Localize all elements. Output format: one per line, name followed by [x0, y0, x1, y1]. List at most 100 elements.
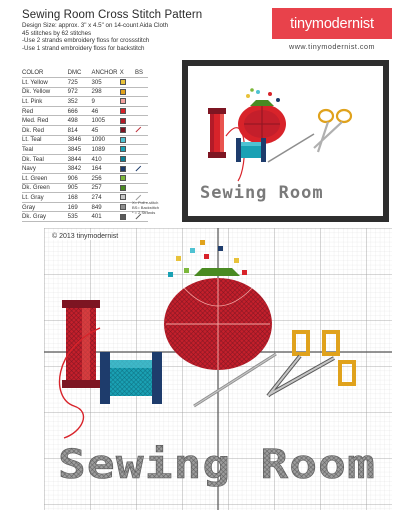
- legend-row: Lt. Gray 168 274: [22, 192, 148, 203]
- legend-dmc-code: 3845: [67, 144, 92, 155]
- legend-stitch-symbol: [119, 115, 135, 126]
- legend-color-name: Lt. Yellow: [22, 77, 68, 88]
- pattern-page: Sewing Room Cross Stitch Pattern Design …: [0, 0, 400, 518]
- chart-caption: Sewing Room: [58, 442, 376, 488]
- legend-color-name: Lt. Green: [22, 172, 68, 184]
- legend-anchor-code: 9: [91, 96, 120, 107]
- legend-row: Dk. Green 905 257: [22, 182, 148, 193]
- legend-backstitch-symbol: [134, 105, 148, 116]
- legend-dmc-code: 972: [67, 86, 92, 97]
- legend-dmc-code: 666: [67, 105, 92, 116]
- legend-rows: Lt. Yellow 725 305 Dk. Yellow 972 298 Lt. Pink…: [22, 77, 148, 222]
- teal-spool-icon: [236, 138, 241, 162]
- legend-row: Red 666 46: [22, 105, 148, 116]
- legend-backstitch-symbol: [134, 86, 148, 97]
- legend-dmc-code: 814: [67, 124, 92, 136]
- legend-header-dmc: DMC: [67, 70, 82, 76]
- legend-row: Dk. Teal 3844 410: [22, 153, 148, 164]
- legend-row: Lt. Teal 3846 1090: [22, 134, 148, 145]
- legend-color-name: Lt. Teal: [22, 134, 68, 145]
- legend-row: Teal 3845 1089: [22, 144, 148, 155]
- legend-backstitch-symbol: [134, 172, 148, 184]
- pattern-title: Sewing Room Cross Stitch Pattern: [22, 9, 203, 21]
- legend-anchor-code: 164: [91, 163, 120, 174]
- legend-color-name: Dk. Green: [22, 182, 68, 193]
- legend-stitch-symbol: [119, 172, 135, 184]
- stitch-chart: Sewing Room: [44, 228, 392, 510]
- legend-anchor-code: 1089: [91, 144, 120, 155]
- legend-dmc-code: 906: [67, 172, 92, 184]
- legend-dmc-code: 905: [67, 182, 92, 193]
- color-swatch-icon: [119, 117, 126, 124]
- legend-row: Lt. Pink 352 9: [22, 96, 148, 107]
- legend-row: Gray 169 849: [22, 201, 148, 212]
- legend-anchor-code: 45: [91, 124, 120, 136]
- legend-anchor-code: 256: [91, 172, 120, 184]
- legend-dmc-code: 352: [67, 96, 92, 107]
- legend-header-x: X: [119, 70, 124, 76]
- legend-color-name: Gray: [22, 201, 68, 212]
- pattern-header: Sewing Room Cross Stitch Pattern Design …: [22, 8, 272, 52]
- color-swatch-icon: [119, 127, 126, 134]
- spool-icon: [208, 108, 226, 114]
- legend-stitch-symbol: [119, 77, 135, 88]
- color-swatch-icon: [119, 79, 126, 86]
- legend-note: * = 2 Strands: [132, 210, 156, 216]
- finished-preview-frame: Sewing Room: [182, 60, 389, 222]
- crossstitch-floss-info: -Use 2 strands embroidery floss for cros…: [22, 37, 150, 44]
- legend-color-name: Red: [22, 105, 68, 116]
- legend-header-row: COLOR DMC ANCHOR X BS: [22, 70, 148, 78]
- red-spool-pattern: [62, 300, 100, 388]
- legend-dmc-code: 3844: [67, 153, 92, 164]
- color-swatch-icon: [119, 146, 126, 153]
- legend-dmc-code: 498: [67, 115, 92, 126]
- color-swatch-icon: [119, 107, 126, 114]
- legend-notes: X= Full x-stitch BS= Backstitch * = 2 St…: [132, 200, 176, 216]
- backstitch-line-icon: [135, 127, 142, 134]
- legend-stitch-symbol: [119, 86, 135, 97]
- legend-stitch-symbol: [119, 124, 135, 136]
- finished-preview-canvas: Sewing Room: [188, 66, 383, 216]
- color-swatch-icon: [119, 194, 126, 201]
- legend-color-name: Lt. Pink: [22, 96, 68, 107]
- legend-row: Lt. Green 906 256: [22, 172, 148, 184]
- legend-anchor-code: 849: [91, 201, 120, 212]
- legend-table: COLOR DMC ANCHOR X BS Lt. Yellow 725 305 Dk…: [22, 70, 148, 222]
- legend-row: Dk. Yellow 972 298: [22, 86, 148, 97]
- backstitch-line-icon: [135, 165, 142, 172]
- color-swatch-icon: [119, 184, 126, 191]
- legend-backstitch-symbol: [134, 153, 148, 164]
- legend-dmc-code: 535: [67, 211, 92, 222]
- color-swatch-icon: [119, 155, 126, 162]
- legend-color-name: Lt. Gray: [22, 192, 68, 203]
- legend-anchor-code: 305: [91, 77, 120, 88]
- legend-stitch-symbol: [119, 105, 135, 116]
- legend-color-name: Dk. Red: [22, 124, 68, 136]
- legend-anchor-code: 410: [91, 153, 120, 164]
- legend-stitch-symbol: [119, 134, 135, 145]
- stitch-count-info: 45 stitches by 62 stitches: [22, 29, 92, 37]
- legend-stitch-symbol: [119, 163, 135, 174]
- legend-row: Dk. Gray 535 401: [22, 211, 148, 222]
- legend-anchor-code: 46: [91, 105, 120, 116]
- legend-dmc-code: 725: [67, 77, 92, 88]
- color-swatch-icon: [119, 203, 126, 210]
- legend-color-name: Navy: [22, 163, 68, 174]
- color-swatch-icon: [119, 213, 126, 220]
- legend-backstitch-symbol: [134, 115, 148, 126]
- legend-header-anchor: ANCHOR: [91, 70, 118, 76]
- brand-logo: tinymodernist: [272, 8, 392, 39]
- legend-dmc-code: 169: [67, 201, 92, 212]
- color-swatch-icon: [119, 136, 126, 143]
- legend-color-name: Med. Red: [22, 115, 68, 126]
- legend-anchor-code: 1005: [91, 115, 120, 126]
- legend-anchor-code: 1090: [91, 134, 120, 145]
- legend-color-name: Dk. Gray: [22, 211, 68, 222]
- legend-dmc-code: 3846: [67, 134, 92, 145]
- website-link[interactable]: www.tinymodernist.com: [272, 42, 392, 51]
- legend-row: Dk. Red 814 45: [22, 124, 148, 136]
- legend-backstitch-symbol: [134, 144, 148, 155]
- finished-preview-art: Sewing Room: [200, 88, 353, 203]
- legend-header-bs: BS: [134, 70, 143, 76]
- legend-backstitch-symbol: [134, 124, 148, 136]
